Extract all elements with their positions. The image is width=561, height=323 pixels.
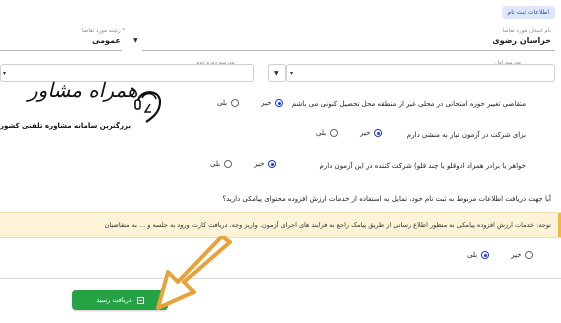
quota-value[interactable]: عمومی [92, 36, 121, 45]
question-sms-options: خیر بلی [467, 251, 534, 259]
sms-no-radio[interactable] [525, 251, 534, 259]
sms-notice: توجه: خدمات ارزش افزوده پیامکی به منظور … [0, 212, 561, 238]
question-twin-sibling: خواهر یا برادر همزاد ادوقلو یا چند قلو) … [319, 162, 526, 170]
question-twin-sibling-options: خیر بلی [210, 160, 277, 168]
secretary-yes-label: بلی [316, 129, 327, 137]
exam-region-chevron-icon: ▾ [290, 70, 294, 77]
twin-sibling-yes-radio[interactable] [224, 160, 233, 168]
question-secretary: برای شرکت در آزمون نیاز به منشی دارم [406, 131, 526, 139]
registration-form-page: اطلاعات ثبت نام نام استان مورد تقاضا خرا… [0, 0, 561, 323]
headset-emblem-icon [134, 91, 162, 123]
province-dropdown-icon[interactable]: ▼ [133, 37, 138, 44]
secretary-no-radio[interactable] [374, 129, 383, 137]
twin-sibling-no-label: خیر [254, 160, 265, 168]
section-tag: اطلاعات ثبت نام [501, 6, 555, 19]
twin-sibling-yes-label: بلی [210, 160, 221, 168]
quota-label: * رشته مورد تقاضا [82, 28, 126, 34]
province-value[interactable]: خراسان رضوی [492, 36, 551, 45]
sms-no-label: خیر [511, 251, 522, 259]
arrow-pointer-icon [156, 236, 232, 310]
exam-zone-yes-label: بلی [217, 99, 228, 107]
sms-yes-radio[interactable] [481, 251, 490, 259]
receipt-icon [136, 296, 144, 304]
secretary-yes-radio[interactable] [330, 129, 339, 137]
exam-zone-no-radio[interactable] [275, 99, 284, 107]
province-label: نام استان مورد تقاضا [502, 28, 551, 34]
quota-underline [0, 50, 122, 51]
exam-zone-yes-radio[interactable] [231, 99, 240, 107]
exam-region-select[interactable]: ▾ [286, 64, 555, 82]
exam-region-dropdown-icon: ▼ [274, 70, 279, 77]
sms-yes-label: بلی [467, 251, 478, 259]
footer-divider [0, 278, 561, 279]
question-exam-zone: متقاضی تغییر حوزه امتحانی در محلی غیر از… [291, 100, 526, 108]
exam-zone-no-label: خیر [261, 99, 272, 107]
secretary-no-label: خیر [360, 129, 371, 137]
province-underline [142, 50, 555, 51]
question-sms-service: آیا جهت دریافت اطلاعات مربوط به ثبت نام … [222, 195, 551, 203]
question-exam-zone-options: خیر بلی [217, 99, 284, 107]
logo-subtitle: بزرگترین سامانه مشاوره تلفنی کشور [0, 122, 131, 130]
twin-sibling-no-radio[interactable] [268, 160, 277, 168]
hamrah-moshaver-logo: همراه مشاور بزرگترین سامانه مشاوره تلفنی… [0, 76, 170, 136]
exam-region-toggle[interactable]: ▼ [268, 64, 286, 82]
logo-title: همراه مشاور [28, 78, 138, 102]
question-secretary-options: خیر بلی [316, 129, 383, 137]
receipt-button-label: دریافت رسید [96, 296, 132, 304]
